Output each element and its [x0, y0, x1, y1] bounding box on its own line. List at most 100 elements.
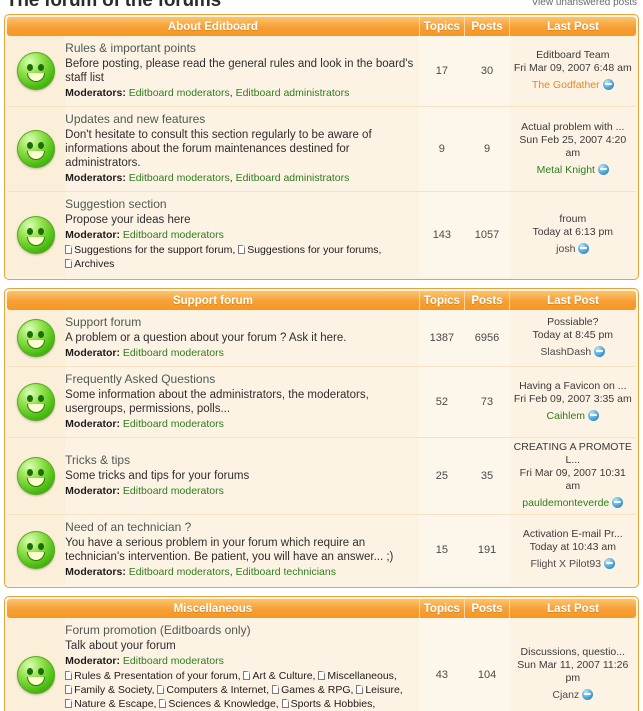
subforum-item[interactable]: Suggestions for the support forum, — [65, 244, 235, 256]
subforum-item[interactable]: Suggestions for your forums, — [238, 244, 381, 256]
forum-title-link[interactable]: Support forum — [65, 315, 413, 330]
subforum-link[interactable]: Suggestions for your forums, — [247, 244, 381, 256]
category-list: About Editboard Topics Posts Last Post Rules… — [0, 14, 643, 711]
last-post-date: Today at 6:13 pm — [532, 225, 614, 238]
moderator-link[interactable]: Editboard moderators — [129, 172, 230, 184]
goto-last-post-icon[interactable] — [578, 242, 590, 254]
last-post-author-link[interactable]: Flight X Pilot93 — [530, 557, 601, 571]
forum-icon-cell — [7, 36, 66, 107]
last-post-author-link[interactable]: Caihlem — [547, 409, 586, 423]
last-post-title[interactable]: froum — [514, 213, 632, 226]
subforum-item[interactable]: Computers & Internet, — [157, 684, 269, 696]
last-post-date: Fri Mar 09, 2007 6:48 am — [513, 62, 632, 74]
eye-right — [38, 667, 45, 675]
subforum-link[interactable]: Sciences & Knowledge, — [168, 698, 278, 710]
forum-moderators: Moderator: Editboard moderators — [65, 228, 413, 242]
last-post-title[interactable]: Having a Favicon on ... — [514, 380, 632, 393]
moderator-link[interactable]: Editboard moderators — [129, 87, 230, 99]
forum-title-link[interactable]: Frequently Asked Questions — [65, 372, 413, 387]
subforum-item[interactable]: Miscellaneous, — [318, 670, 397, 682]
subforum-link[interactable]: Miscellaneous, — [327, 670, 396, 682]
forum-last-post-cell: Activation E-mail Pr... Today at 10:43 am… — [509, 514, 636, 585]
last-post-author-link[interactable]: pauldemonteverde — [522, 496, 609, 510]
forum-icon-cell — [7, 310, 66, 367]
forum-info-cell: Need of an technician ? You have a seriou… — [65, 514, 420, 585]
last-post-date: Sun Feb 25, 2007 4:20 am — [519, 133, 627, 159]
subforum-item[interactable]: Family & Society, — [65, 684, 155, 696]
subforum-doc-icon — [65, 699, 73, 708]
forum-unread-icon — [17, 531, 56, 569]
last-post-author-link[interactable]: Metal Knight — [537, 163, 595, 177]
moderators-label: Moderator: — [65, 347, 123, 359]
last-post-title[interactable]: Possiable? — [514, 316, 632, 329]
last-post-title[interactable]: Activation E-mail Pr... — [514, 528, 632, 541]
subforum-link[interactable]: Art & Culture, — [252, 670, 315, 682]
subforum-link[interactable]: Sports & Hobbies, — [291, 698, 376, 710]
last-post-author-row: pauldemonteverde — [514, 493, 632, 511]
goto-last-post-icon[interactable] — [582, 689, 594, 700]
forum-title-link[interactable]: Forum promotion (Editboards only) — [65, 623, 413, 638]
goto-last-post-icon[interactable] — [612, 497, 624, 508]
last-post-title[interactable]: Discussions, questio... — [514, 646, 632, 659]
subforum-link[interactable]: Rules & Presentation of your forum, — [74, 670, 240, 682]
subforum-item[interactable]: Leisure, — [356, 684, 403, 696]
subforum-link[interactable]: Suggestions for the support forum, — [74, 244, 235, 256]
eye-left — [27, 331, 34, 338]
goto-last-post-icon[interactable] — [594, 346, 606, 357]
forum-description: Propose your ideas here — [65, 214, 191, 226]
moderator-link[interactable]: Editboard administrators — [236, 172, 350, 184]
last-post-author-link[interactable]: SlashDash — [540, 345, 591, 359]
forum-description: Don't hesitate to consult this section r… — [65, 129, 372, 169]
forum-title-link[interactable]: Suggestion section — [65, 197, 413, 212]
forum-icon-cell — [7, 514, 66, 585]
eye-left — [27, 469, 34, 476]
subforum-item[interactable]: Sciences & Knowledge, — [159, 698, 279, 710]
forum-icon-cell — [7, 437, 66, 515]
subforum-link[interactable]: Archives — [74, 258, 114, 270]
last-post-author-link[interactable]: josh — [556, 242, 575, 256]
column-header-posts: Posts — [464, 599, 511, 618]
category-block: Miscellaneous Topics Posts Last Post Forum p… — [4, 596, 639, 711]
subforum-item[interactable]: Rules & Presentation of your forum, — [65, 670, 241, 682]
moderator-link[interactable]: Editboard moderators — [123, 485, 224, 497]
forum-row: Frequently Asked Questions Some informati… — [7, 366, 636, 438]
moderator-link[interactable]: Editboard moderators — [129, 566, 230, 578]
forum-title-link[interactable]: Tricks & tips — [65, 453, 413, 468]
moderator-link[interactable]: Editboard moderators — [123, 418, 224, 430]
smile-mouth — [27, 676, 46, 686]
view-unanswered-posts-link[interactable]: View unanswered posts — [532, 0, 637, 8]
moderator-link[interactable]: Editboard administrators — [236, 87, 350, 99]
moderator-link[interactable]: Editboard moderators — [123, 347, 224, 359]
subforum-link[interactable]: Computers & Internet, — [166, 684, 269, 696]
forum-topics-count: 17 — [419, 36, 465, 107]
subforum-item[interactable]: Nature & Escape, — [65, 698, 156, 710]
forum-title-link[interactable]: Updates and new features — [65, 112, 413, 127]
moderator-link[interactable]: Editboard moderators — [123, 655, 224, 667]
subforum-link[interactable]: Leisure, — [365, 684, 402, 696]
subforum-link[interactable]: Family & Society, — [74, 684, 154, 696]
forum-title-link[interactable]: Need of an technician ? — [65, 520, 413, 535]
forum-description: You have a serious problem in your forum… — [65, 537, 394, 563]
subforum-item[interactable]: Games & RPG, — [272, 684, 353, 696]
last-post-author-link[interactable]: Cjanz — [552, 688, 579, 702]
goto-last-post-icon[interactable] — [604, 558, 616, 569]
subforum-item[interactable]: Archives — [65, 258, 114, 270]
subforum-item[interactable]: Sports & Hobbies, — [281, 698, 376, 710]
moderator-link[interactable]: Editboard moderators — [123, 229, 224, 241]
subforum-item[interactable]: Art & Culture, — [243, 670, 315, 682]
moderator-link[interactable]: Editboard technicians — [236, 566, 336, 578]
forum-title-link[interactable]: Rules & important points — [65, 41, 413, 56]
forum-topics-count: 1387 — [419, 310, 465, 367]
last-post-title[interactable]: CREATING A PROMOTE L... — [514, 441, 632, 467]
last-post-title[interactable]: Editboard Team — [514, 49, 632, 62]
goto-last-post-icon[interactable] — [597, 163, 609, 175]
subforum-link[interactable]: Nature & Escape, — [74, 698, 156, 710]
subforum-link[interactable]: Games & RPG, — [281, 684, 353, 696]
last-post-author-link[interactable]: The Godfather — [532, 78, 600, 92]
forum-row: Updates and new features Don't hesitate t… — [7, 106, 636, 192]
goto-last-post-icon[interactable] — [588, 410, 600, 421]
category-title: Miscellaneous — [7, 599, 420, 618]
forum-description: A problem or a question about your forum… — [65, 332, 347, 344]
goto-last-post-icon[interactable] — [602, 79, 614, 90]
last-post-title[interactable]: Actual problem with ... — [514, 121, 632, 134]
